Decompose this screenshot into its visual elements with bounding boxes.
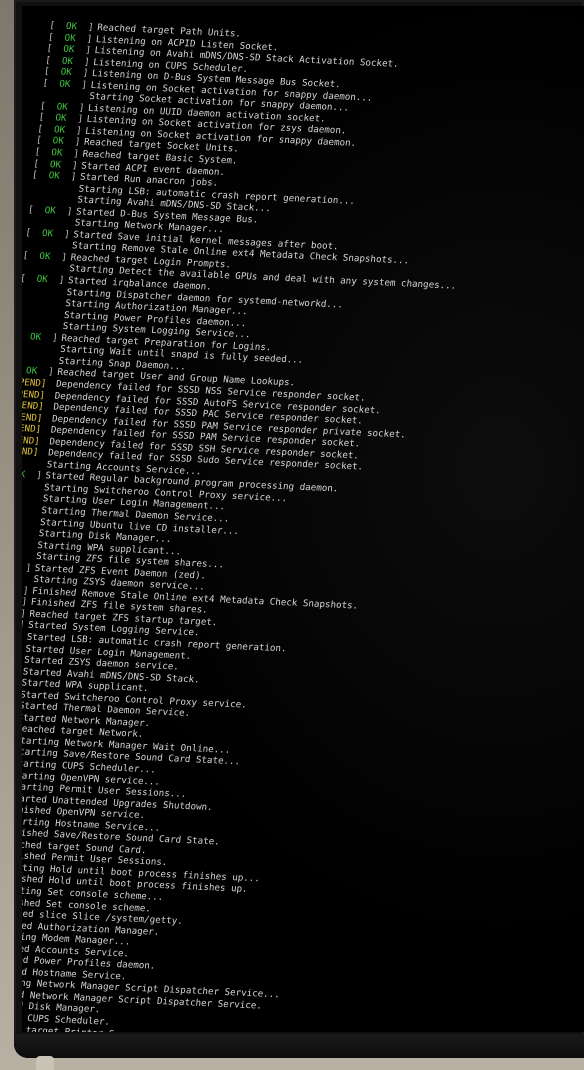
status-blank xyxy=(22,537,38,551)
desk-cable xyxy=(36,1056,54,1070)
bracket-close: ] xyxy=(36,366,55,378)
depend-tag-text: DEPEND xyxy=(22,445,34,458)
bracket-open: [ xyxy=(24,226,43,239)
bracket-close: ] xyxy=(75,32,93,45)
bracket-close: ] xyxy=(24,469,43,482)
monitor-bezel xyxy=(14,1034,584,1058)
bracket-close: ] xyxy=(47,274,65,286)
bracket-close: ] xyxy=(49,251,68,263)
bracket-close: ] xyxy=(24,562,32,574)
bracket-open: [ xyxy=(34,146,52,159)
bracket-open: [ xyxy=(22,272,27,285)
status-ok-badge: [ OK ] xyxy=(22,468,46,482)
bracket-open: [ xyxy=(22,249,40,262)
bracket-open: [ xyxy=(44,54,63,67)
bracket-close: ] xyxy=(22,631,24,642)
bracket-close: ] xyxy=(67,101,85,114)
status-depend-badge: [DEPEND] xyxy=(22,445,49,459)
depend-tag: [DEPEND] xyxy=(22,388,46,401)
depend-tag-text: DEPEND xyxy=(22,399,39,412)
bracket-close: ] xyxy=(55,205,73,217)
bracket-close: ] xyxy=(40,331,59,344)
status-blank xyxy=(22,503,42,517)
status-blank xyxy=(22,549,37,563)
monitor: [ OK ] Reached target Path Units.[ OK ] … xyxy=(14,0,584,1058)
status-blank xyxy=(22,491,43,505)
depend-tag: [DEPEND] xyxy=(22,376,47,389)
bracket-close: ] xyxy=(76,21,95,33)
bracket-close: ] xyxy=(52,228,71,240)
bracket-close: ] xyxy=(22,608,27,620)
status-blank xyxy=(22,480,45,494)
bracket-open: [ xyxy=(36,123,55,136)
depend-tag-text: DEPEND xyxy=(22,433,35,447)
photo-backdrop: [ OK ] Reached target Path Units.[ OK ] … xyxy=(0,0,584,1070)
bracket-close: ] xyxy=(72,55,91,68)
depend-tag-text: DEPEND xyxy=(22,387,41,401)
bracket-open: [ xyxy=(42,77,60,90)
boot-log: [ OK ] Reached target Path Units.[ OK ] … xyxy=(22,20,584,1032)
bracket-open: [ xyxy=(35,134,54,147)
status-blank xyxy=(22,514,41,528)
terminal-screen: [ OK ] Reached target Path Units.[ OK ] … xyxy=(22,6,584,1032)
bracket-open: [ xyxy=(39,100,58,113)
bracket-close: ] xyxy=(59,170,77,183)
bracket-close: ] xyxy=(69,78,88,91)
status-blank xyxy=(22,526,39,540)
bracket-close: ] xyxy=(22,585,30,597)
depend-tag: [DEPEND] xyxy=(22,434,40,447)
bracket-open: [ xyxy=(48,20,67,32)
bracket-close: ] xyxy=(22,596,28,608)
depend-tag: [DEPEND] xyxy=(22,399,44,412)
depend-tag: [DEPEND] xyxy=(22,422,42,435)
depend-tag: [DEPEND] xyxy=(22,445,39,458)
depend-tag: [DEPEND] xyxy=(22,411,43,424)
bracket-close: ] xyxy=(71,67,89,79)
bracket-close: ] xyxy=(60,159,79,171)
status-depend-badge: [DEPEND] xyxy=(22,434,50,448)
bracket-close: ] xyxy=(61,147,80,160)
bracket-close: ] xyxy=(65,113,84,125)
depend-tag-text: DEPEND xyxy=(22,410,38,424)
bracket-open: [ xyxy=(27,203,46,216)
status-blank xyxy=(22,457,47,471)
bracket-close: ] xyxy=(22,619,26,631)
bracket-open: [ xyxy=(43,65,62,78)
bracket-close: ] xyxy=(73,44,92,56)
bracket-close: ] xyxy=(64,124,83,137)
depend-tag-text: DEPEND xyxy=(22,376,42,389)
depend-tag-text: DEPEND xyxy=(22,422,37,435)
bracket-open: [ xyxy=(46,42,64,55)
bracket-open: [ xyxy=(32,157,51,170)
bracket-open: [ xyxy=(38,111,56,124)
bracket-close: ] xyxy=(63,136,81,148)
bracket-open: [ xyxy=(47,31,66,44)
bracket-open: [ xyxy=(31,169,50,182)
